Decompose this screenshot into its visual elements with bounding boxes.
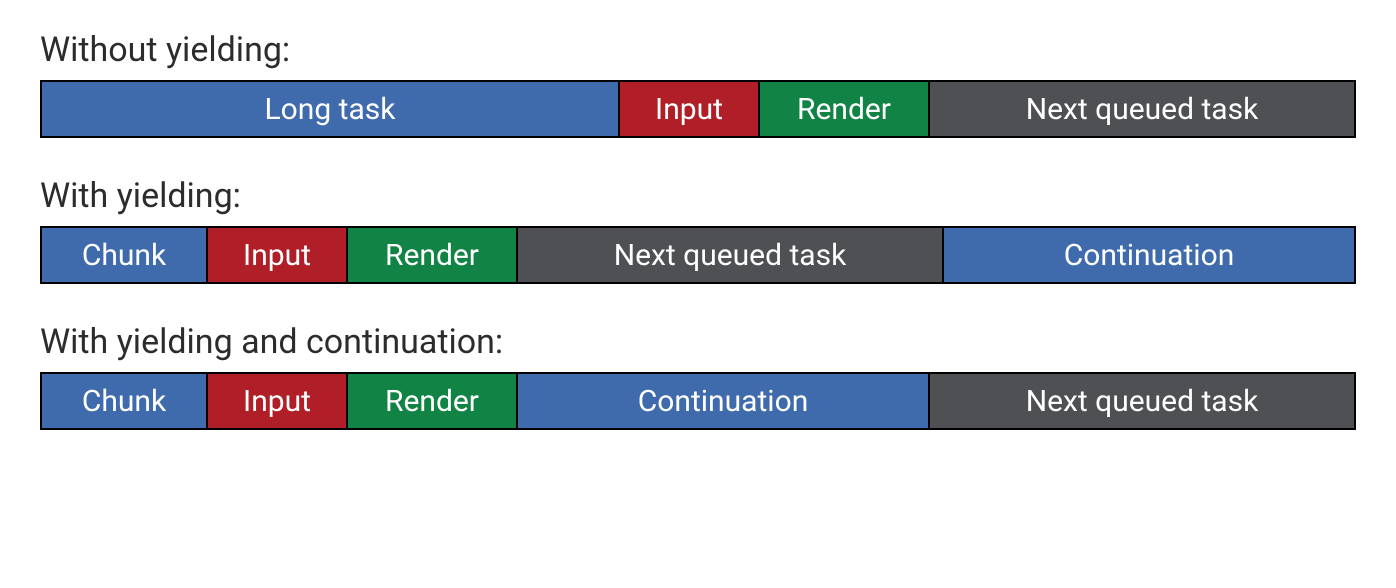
segment: Render [760, 80, 930, 138]
timeline-bar: ChunkInputRenderContinuationNext queued … [40, 372, 1356, 430]
segment: Next queued task [930, 372, 1356, 430]
segment: Render [348, 372, 518, 430]
diagram-root: Without yielding:Long taskInputRenderNex… [40, 30, 1356, 430]
segment: Input [208, 372, 348, 430]
section-title: With yielding: [40, 176, 1356, 216]
segment: Long task [40, 80, 620, 138]
segment: Next queued task [930, 80, 1356, 138]
section: With yielding: ChunkInputRenderNext queue… [40, 176, 1356, 284]
timeline-bar: ChunkInputRenderNext queued taskContinua… [40, 226, 1356, 284]
section: Without yielding: Long taskInputRenderNex… [40, 30, 1356, 138]
segment: Continuation [944, 226, 1356, 284]
section-title: Without yielding: [40, 30, 1356, 70]
segment: Input [208, 226, 348, 284]
timeline-bar: Long taskInputRenderNext queued task [40, 80, 1356, 138]
segment: Render [348, 226, 518, 284]
segment: Chunk [40, 226, 208, 284]
segment: Continuation [518, 372, 930, 430]
segment: Next queued task [518, 226, 944, 284]
segment: Chunk [40, 372, 208, 430]
section: With yielding and continuation: ChunkInpu… [40, 322, 1356, 430]
segment: Input [620, 80, 760, 138]
section-title: With yielding and continuation: [40, 322, 1356, 362]
